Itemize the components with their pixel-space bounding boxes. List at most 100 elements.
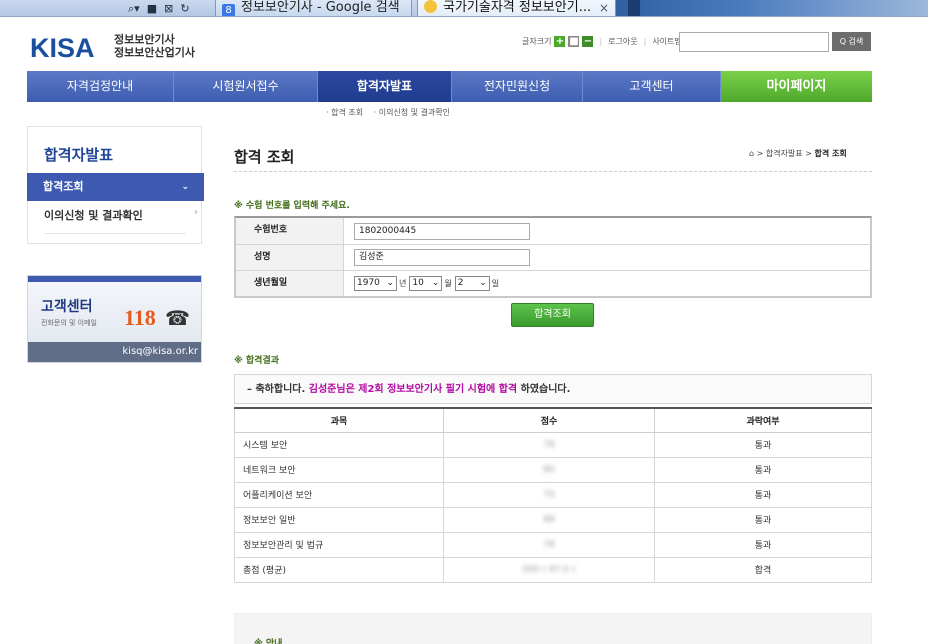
sidebar-item-result-check[interactable]: 합격조회 ⌄: [27, 173, 204, 201]
divider: |: [599, 37, 603, 46]
sidebar-item-appeal[interactable]: 이의신청 및 결과확인 ›: [44, 207, 198, 234]
banner-top-bar: [28, 276, 201, 282]
search-button[interactable]: Q 검색: [832, 32, 871, 51]
page-root: ⌕▾ ■ ⊠ ↻ 8 정보보안기사 - Google 검색 국가기술자격 정보보안…: [0, 0, 928, 644]
score-value: 000 ( 87.0 ): [522, 564, 576, 575]
chevron-right-icon: ›: [193, 207, 198, 218]
breadcrumb-current: 합격 조회: [814, 149, 847, 158]
score-cell: 88: [443, 506, 655, 533]
close-tab-icon[interactable]: ×: [599, 0, 609, 16]
nav-item-results[interactable]: 합격자발표: [318, 71, 452, 102]
exam-no-input[interactable]: 1802000445: [354, 222, 530, 240]
cs-email[interactable]: kisq@kisa.or.kr: [28, 342, 201, 362]
tab-label: 정보보안기사 - Google 검색: [241, 0, 400, 15]
home-icon[interactable]: ⌂: [749, 149, 754, 158]
subject-cell: 정보보안 일반: [234, 506, 444, 533]
subject-cell: 네트워크 보안: [234, 456, 444, 483]
score-value: 78: [543, 439, 555, 450]
check-result-button[interactable]: 합격조회: [511, 303, 594, 327]
cs-phone-number: 118: [124, 305, 156, 330]
table-row-total: 총점 (평균) 000 ( 87.0 ) 합격: [234, 556, 872, 583]
year-unit: 년: [399, 279, 407, 288]
section-input-label: ※ 수험 번호를 입력해 주세요.: [234, 201, 350, 211]
subject-cell: 총점 (평균): [234, 556, 444, 583]
score-value: 80: [543, 464, 555, 475]
pass-cell: 합격: [654, 556, 872, 583]
table-row: 네트워크 보안 80 통과: [234, 456, 872, 483]
title-divider: [234, 171, 872, 172]
browser-toolbar-icons: ⌕▾ ■ ⊠ ↻: [128, 0, 190, 16]
section-result-label: ※ 합격결과: [234, 356, 280, 366]
score-table: 과목 점수 과락여부 시스템 보안 78 통과 네트워크 보안 80 통과 어플…: [234, 407, 872, 583]
lock-icon: ■: [146, 2, 158, 15]
logout-link[interactable]: 로그아웃: [608, 36, 637, 47]
browser-tabstrip: ⌕▾ ■ ⊠ ↻ 8 정보보안기사 - Google 검색 국가기술자격 정보보안…: [0, 0, 928, 17]
table-header-row: 과목 점수 과락여부: [234, 407, 872, 433]
chevron-down-icon: ⌄: [386, 278, 394, 288]
page-title: 합격 조회: [234, 148, 295, 166]
month-unit: 월: [444, 279, 452, 288]
score-cell: 78: [443, 431, 655, 458]
col-header-subject: 과목: [234, 407, 444, 433]
main-nav: 자격검정안내 시험원서접수 합격자발표 전자민원신청 고객센터 마이페이지: [27, 71, 872, 102]
tab-label: 국가기술자격 정보보안기...: [443, 0, 592, 15]
nav-item-application[interactable]: 시험원서접수: [174, 71, 318, 102]
font-decrease-button[interactable]: −: [582, 36, 594, 47]
nav-item-exam-info[interactable]: 자격검정안내: [27, 71, 174, 102]
font-increase-button[interactable]: +: [554, 36, 566, 47]
col-header-pass: 과락여부: [654, 407, 872, 433]
breadcrumb-path: > 합격자발표 >: [756, 149, 812, 158]
form-cell: 1802000445: [344, 218, 870, 244]
subnav-result-check[interactable]: · 합격 조회: [326, 108, 363, 117]
lookup-form: 수험번호 1802000445 성명 김성준 생년월일 1970 ⌄ 년 10 ⌄ …: [234, 216, 872, 298]
guide-box: [234, 613, 872, 644]
search-dropdown-icon[interactable]: ⌕▾: [128, 1, 140, 16]
name-label: 성명: [236, 245, 344, 270]
sidebar-item-label: 이의신청 및 결과확인: [44, 209, 143, 222]
subnav-appeal[interactable]: · 이의신청 및 결과확인: [374, 108, 450, 117]
exam-no-label: 수험번호: [236, 218, 344, 244]
day-select[interactable]: 2 ⌄: [454, 276, 490, 291]
refresh-icon[interactable]: ↻: [180, 1, 189, 16]
month-select[interactable]: 10 ⌄: [409, 276, 443, 291]
nav-item-customer-center[interactable]: 고객센터: [583, 71, 721, 102]
logo-sub-line1: 정보보안기사: [114, 33, 175, 46]
sidebar: 합격자발표 합격조회 ⌄ 이의신청 및 결과확인 ›: [27, 126, 204, 244]
divider: |: [643, 37, 647, 46]
result-prefix: – 축하합니다.: [247, 384, 306, 395]
col-header-score: 점수: [443, 407, 655, 433]
subject-cell: 어플리케이션 보안: [234, 481, 444, 508]
browser-tab-kisa[interactable]: 국가기술자격 정보보안기... ×: [417, 0, 616, 16]
pass-cell: 통과: [654, 431, 872, 458]
breadcrumb: ⌂ > 합격자발표 > 합격 조회: [749, 148, 847, 159]
result-highlight: 김성준님은 제2회 정보보안기사 필기 시험에 합격: [308, 384, 518, 395]
form-row-dob: 생년월일 1970 ⌄ 년 10 ⌄ 월 2 ⌄ 일: [236, 270, 870, 296]
tab-divider: [628, 0, 640, 16]
year-value: 1970: [357, 278, 380, 288]
sidebar-title: 합격자발표: [44, 146, 114, 164]
customer-center-banner[interactable]: 고객센터 전화문의 및 이메일 118 ☎ kisq@kisa.or.kr: [27, 275, 202, 363]
new-tab-area: [616, 0, 928, 16]
year-select[interactable]: 1970 ⌄: [354, 276, 397, 291]
pass-cell: 통과: [654, 531, 872, 558]
subject-cell: 정보보안관리 및 법규: [234, 531, 444, 558]
nav-item-mypage[interactable]: 마이페이지: [721, 71, 872, 102]
name-input[interactable]: 김성준: [354, 249, 530, 266]
logo-sub-line2: 정보보안산업기사: [114, 46, 195, 59]
chevron-down-icon: ⌄: [181, 182, 189, 192]
day-unit: 일: [491, 279, 500, 288]
form-row-name: 성명 김성준: [236, 244, 870, 270]
font-reset-button[interactable]: ■: [568, 36, 580, 47]
site-search-input[interactable]: [679, 32, 829, 52]
result-suffix: 하였습니다.: [520, 384, 571, 395]
chevron-down-icon: ⌄: [431, 278, 440, 288]
subject-cell: 시스템 보안: [234, 431, 444, 458]
sitemap-link[interactable]: 사이트맵: [652, 36, 681, 47]
kisa-logo[interactable]: KISA: [30, 33, 95, 64]
compat-view-icon[interactable]: ⊠: [164, 1, 173, 16]
form-cell: 김성준: [344, 245, 870, 270]
browser-tab-google[interactable]: 8 정보보안기사 - Google 검색: [215, 0, 412, 16]
pass-cell: 통과: [654, 481, 872, 508]
table-row: 정보보안 일반 88 통과: [234, 506, 872, 533]
nav-item-civil-service[interactable]: 전자민원신청: [452, 71, 583, 102]
